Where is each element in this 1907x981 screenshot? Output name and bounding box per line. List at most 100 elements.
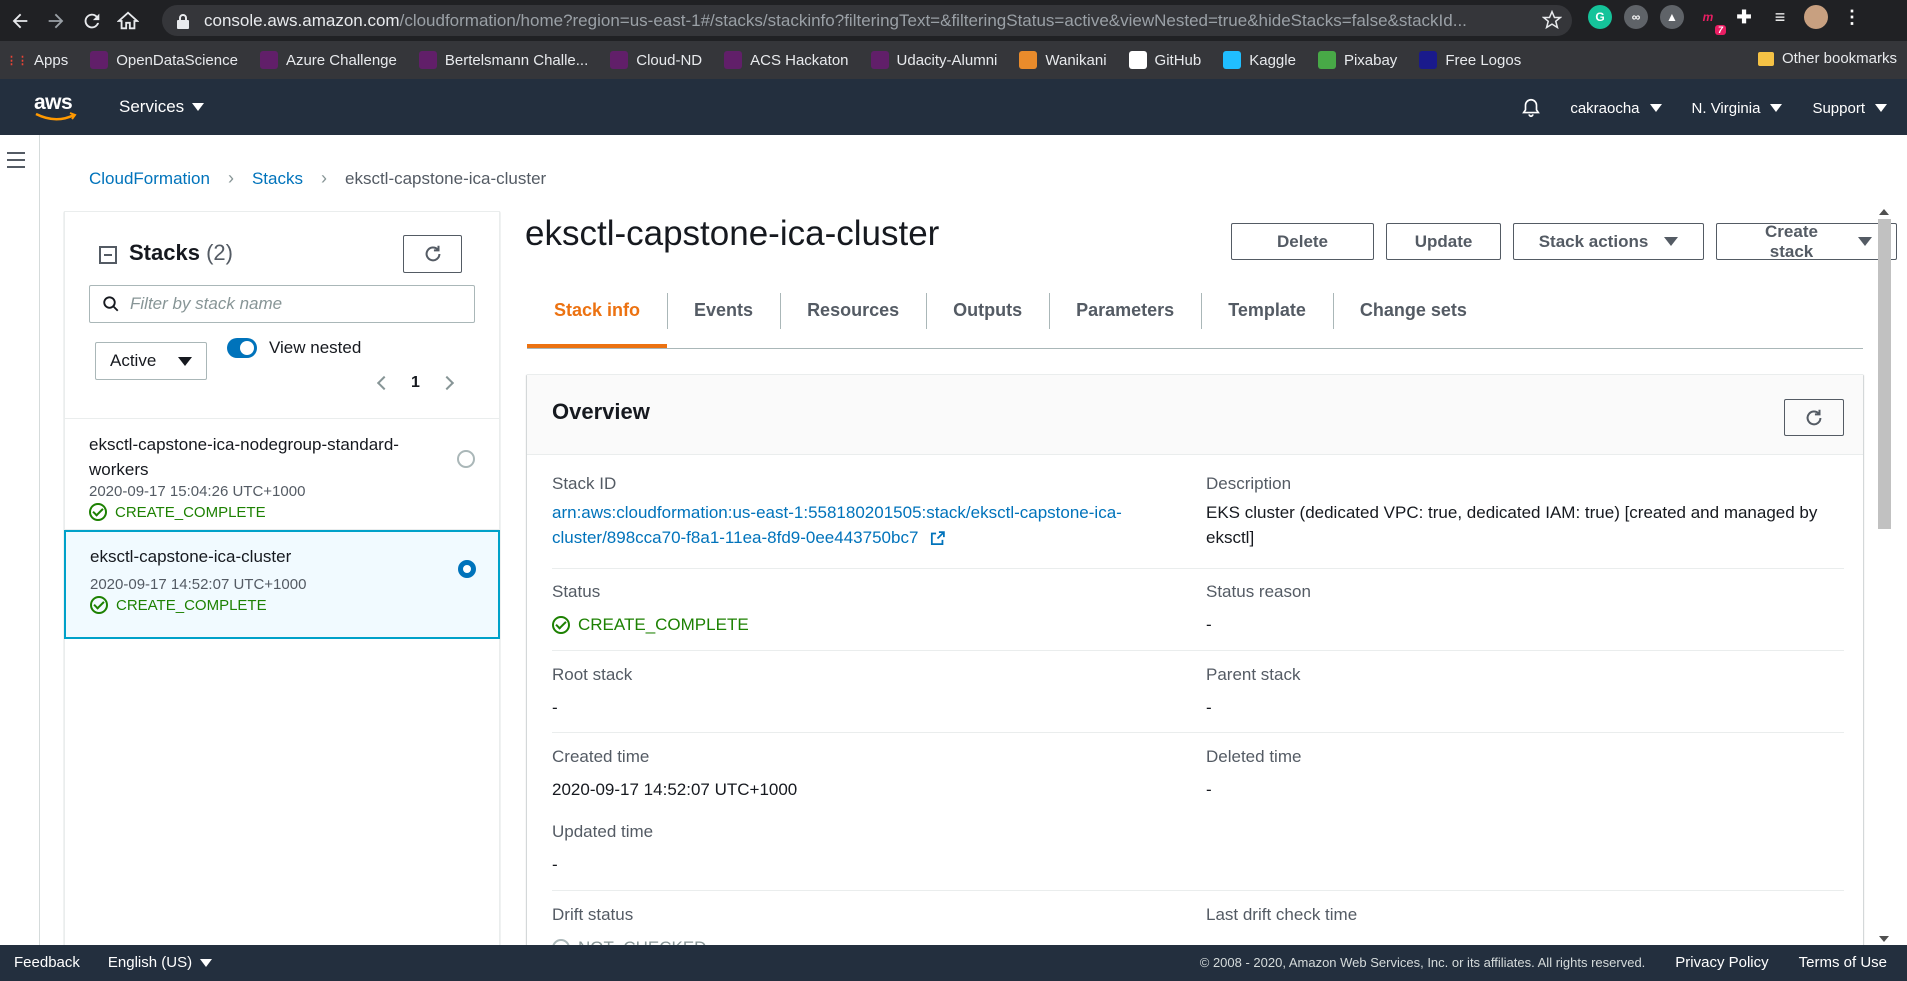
previous-page-icon[interactable] (376, 375, 392, 391)
tab-label: Change sets (1359, 299, 1467, 320)
bookmark-item[interactable]: Free Logos (1419, 51, 1521, 69)
bookmark-label: Free Logos (1445, 51, 1522, 69)
create-stack-button[interactable]: Create stack (1716, 222, 1897, 261)
breadcrumb: CloudFormation › Stacks › eksctl-capston… (89, 168, 546, 189)
tab-resources[interactable]: Resources (780, 289, 926, 347)
delete-button[interactable]: Delete (1231, 223, 1374, 260)
scroll-up-arrow-icon[interactable] (1879, 209, 1889, 215)
language-label: English (US) (107, 954, 193, 971)
overview-panel: Overview Stack ID arn:aws:cloudformation… (527, 374, 1863, 957)
other-bookmarks[interactable]: Other bookmarks (1757, 50, 1897, 67)
profile-avatar[interactable] (1804, 5, 1828, 29)
stack-name[interactable]: eksctl-capstone-ica-nodegroup-standard-w… (89, 432, 439, 482)
stack-name[interactable]: eksctl-capstone-ica-cluster (90, 544, 440, 569)
view-nested-toggle[interactable] (227, 338, 257, 358)
updated-time-value: - (552, 855, 558, 874)
stack-id-link[interactable]: arn:aws:cloudformation:us-east-1:5581802… (552, 500, 1182, 550)
bookmark-item[interactable]: Wanikani (1019, 51, 1107, 69)
extension-badge: 7 (1714, 25, 1726, 35)
other-bookmarks-label: Other bookmarks (1781, 50, 1897, 67)
bookmark-star-icon[interactable] (1542, 10, 1562, 30)
account-menu[interactable]: cakraocha (1570, 99, 1662, 117)
tab-label: Outputs (953, 299, 1023, 320)
grammarly-icon[interactable]: G (1588, 5, 1612, 29)
services-label: Services (119, 97, 185, 116)
stack-radio-button[interactable] (457, 450, 475, 468)
bookmark-item[interactable]: ACS Hackaton (724, 51, 849, 69)
vpn-extension-icon[interactable]: ∞ (1624, 5, 1648, 29)
update-button[interactable]: Update (1386, 223, 1501, 260)
bookmark-item[interactable]: Cloud-ND (610, 51, 702, 69)
pagination: 1 (376, 374, 454, 392)
puzzle-extensions-icon[interactable]: ✚ (1732, 5, 1756, 29)
stack-radio-button-selected[interactable] (458, 560, 476, 578)
bookmark-item[interactable]: Bertelsmann Challe... (418, 51, 588, 69)
language-selector[interactable]: English (US) (107, 954, 213, 971)
stacks-count: (2) (206, 240, 233, 265)
tab-change-sets[interactable]: Change sets (1332, 289, 1494, 347)
side-navigation-strip (0, 135, 40, 945)
bookmark-item[interactable]: Kaggle (1223, 51, 1296, 69)
region-menu[interactable]: N. Virginia (1692, 100, 1783, 117)
main-scrollbar[interactable] (1875, 209, 1893, 942)
status-field: Status CREATE_COMPLETE (552, 582, 749, 637)
stack-actions-label: Stack actions (1538, 231, 1649, 251)
menu-hamburger-icon[interactable] (7, 152, 25, 173)
terms-of-use-link[interactable]: Terms of Use (1799, 954, 1887, 971)
stack-list-item-selected[interactable]: eksctl-capstone-ica-cluster 2020-09-17 1… (64, 530, 500, 639)
stack-actions-button[interactable]: Stack actions (1513, 223, 1704, 260)
aws-logo[interactable]: aws (34, 91, 78, 123)
forward-arrow-icon (48, 13, 64, 28)
bookmark-label: Apps (34, 51, 69, 69)
bookmark-favicon-icon (724, 51, 743, 69)
current-page[interactable]: 1 (411, 374, 420, 392)
bookmark-favicon-icon: ⋮⋮ (6, 54, 28, 67)
reload-button[interactable] (74, 3, 110, 39)
bookmark-item[interactable]: Udacity-Alumni (870, 51, 997, 69)
next-page-icon[interactable] (439, 375, 454, 391)
breadcrumb-stacks[interactable]: Stacks (252, 169, 303, 189)
bookmark-item[interactable]: OpenDataScience (90, 51, 238, 69)
tab-events[interactable]: Events (667, 289, 780, 347)
status-label: Status (552, 582, 601, 601)
services-menu[interactable]: Services (119, 97, 205, 117)
refresh-stacks-button[interactable] (403, 235, 462, 273)
bookmark-item[interactable]: Azure Challenge (259, 51, 397, 69)
bookmark-favicon-icon (1223, 51, 1242, 69)
tab-parameters[interactable]: Parameters (1049, 289, 1201, 347)
bookmark-item[interactable]: ⋮⋮ Apps (6, 51, 69, 69)
bookmark-favicon-icon (259, 51, 278, 69)
feedback-link[interactable]: Feedback (14, 954, 80, 971)
forward-button[interactable] (38, 3, 74, 39)
filter-stacks-field[interactable] (89, 285, 475, 323)
tab-template[interactable]: Template (1201, 289, 1333, 347)
bookmark-item[interactable]: Pixabay (1317, 51, 1397, 69)
breadcrumb-cloudformation[interactable]: CloudFormation (89, 169, 210, 189)
drive-extension-icon[interactable]: ▲ (1660, 5, 1684, 29)
scrollbar-thumb[interactable] (1878, 219, 1891, 529)
address-bar[interactable]: console.aws.amazon.com/cloudformation/ho… (162, 5, 1572, 36)
support-menu[interactable]: Support (1812, 100, 1887, 117)
bookmark-item[interactable]: GitHub (1128, 51, 1201, 69)
tab-outputs[interactable]: Outputs (926, 289, 1049, 347)
browser-toolbar: console.aws.amazon.com/cloudformation/ho… (0, 0, 1907, 41)
stack-id-label: Stack ID (552, 474, 617, 493)
scroll-down-arrow-icon[interactable] (1879, 936, 1889, 942)
footer-left: Feedback English (US) (14, 954, 213, 971)
notifications-bell-icon[interactable] (1520, 97, 1542, 119)
filter-stacks-input[interactable] (130, 294, 460, 314)
back-button[interactable] (2, 3, 38, 39)
privacy-policy-link[interactable]: Privacy Policy (1675, 954, 1768, 971)
home-button[interactable] (110, 3, 146, 39)
collapse-panel-icon[interactable] (99, 246, 117, 264)
stack-list-item[interactable]: eksctl-capstone-ica-nodegroup-standard-w… (65, 420, 499, 530)
chrome-menu-icon[interactable]: ⋮ (1840, 5, 1864, 29)
account-name: cakraocha (1570, 99, 1640, 117)
bookmark-favicon-icon (1128, 51, 1147, 69)
stack-status: CREATE_COMPLETE (90, 596, 267, 614)
refresh-overview-button[interactable] (1784, 399, 1844, 436)
status-filter-select[interactable]: Active (95, 342, 207, 380)
tab-stack-info[interactable]: Stack info (527, 289, 668, 348)
mendeley-extension-icon[interactable]: m7 (1696, 5, 1726, 35)
reading-list-icon[interactable]: ≡ (1768, 5, 1792, 29)
